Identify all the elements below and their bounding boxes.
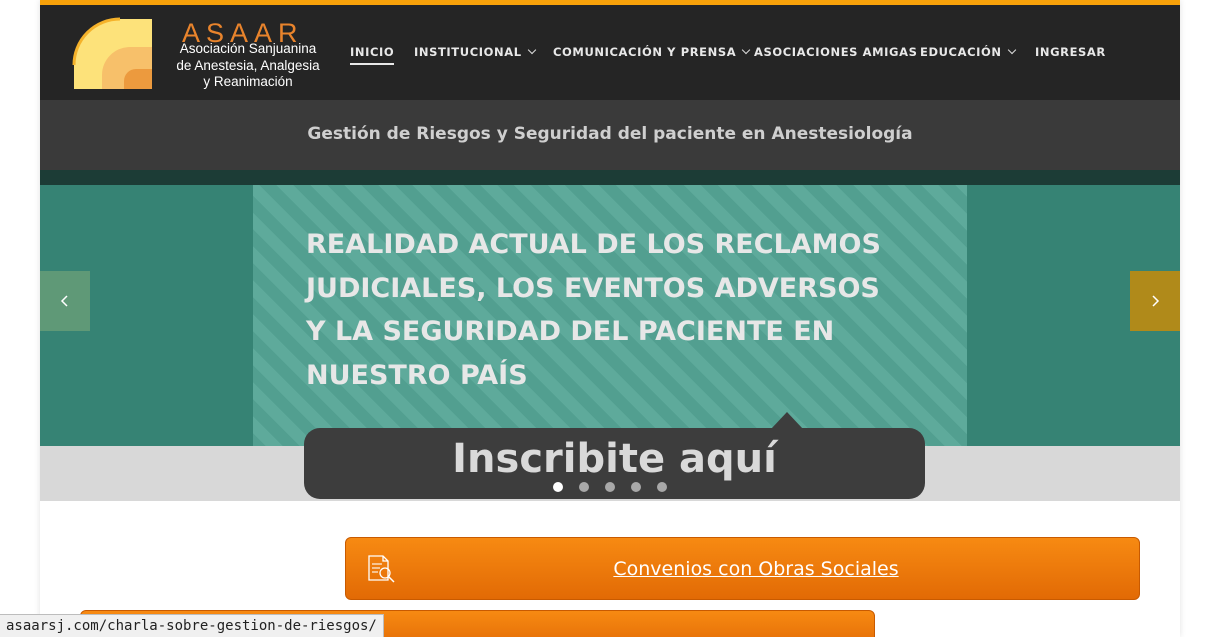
- nav-item-educacion[interactable]: EDUCACIÓN: [920, 45, 1016, 59]
- site-logo[interactable]: ASAAR Asociación Sanjuanina de Anestesia…: [72, 17, 332, 93]
- logo-subtitle-line: de Anestesia, Analgesia: [176, 57, 320, 73]
- slider-dot[interactable]: [579, 482, 589, 492]
- slider-dot[interactable]: [657, 482, 667, 492]
- nav-item-comunicacion[interactable]: COMUNICACIÓN Y PRENSA: [553, 45, 751, 59]
- inscribite-label: Inscribite aquí: [452, 436, 777, 482]
- slide-headline-line: REALIDAD ACTUAL DE LOS RECLAMOS: [306, 229, 881, 260]
- slider-dot[interactable]: [553, 482, 563, 492]
- nav-label: ASOCIACIONES AMIGAS: [754, 45, 918, 59]
- slider-prev-button[interactable]: [40, 271, 90, 331]
- slider-dot[interactable]: [631, 482, 641, 492]
- nav-label: INSTITUCIONAL: [414, 45, 522, 59]
- nav-item-inicio[interactable]: INICIO: [350, 45, 395, 65]
- site-header: ASAAR Asociación Sanjuanina de Anestesia…: [40, 5, 1180, 100]
- logo-mark-icon: [72, 17, 152, 89]
- nav-label: INICIO: [350, 45, 395, 59]
- logo-subtitle: Asociación Sanjuanina de Anestesia, Anal…: [168, 41, 328, 91]
- chevron-down-icon: [742, 45, 751, 55]
- slide-headline-line: Y LA SEGURIDAD DEL PACIENTE EN: [306, 316, 835, 347]
- logo-subtitle-line: Asociación Sanjuanina: [179, 41, 317, 56]
- slider-dots: [40, 480, 1180, 494]
- slide-headline: REALIDAD ACTUAL DE LOS RECLAMOS JUDICIAL…: [306, 223, 881, 397]
- slide-divider: [40, 170, 1180, 185]
- slide-headline-line: JUDICIALES, LOS EVENTOS ADVERSOS: [306, 272, 880, 304]
- convenios-button[interactable]: Convenios con Obras Sociales: [345, 537, 1140, 600]
- cta-pointer: [771, 412, 803, 429]
- slide-caption: Gestión de Riesgos y Seguridad del pacie…: [307, 124, 913, 144]
- nav-label: EDUCACIÓN: [920, 45, 1002, 59]
- nav-label: COMUNICACIÓN Y PRENSA: [553, 45, 737, 59]
- status-bar-url: asaarsj.com/charla-sobre-gestion-de-ries…: [0, 614, 384, 637]
- logo-subtitle-line: y Reanimación: [203, 74, 293, 89]
- nav-item-institucional[interactable]: INSTITUCIONAL: [414, 45, 536, 59]
- nav-item-ingresar[interactable]: INGRESAR: [1035, 45, 1106, 59]
- chevron-right-icon: [1152, 295, 1160, 307]
- nav-label: INGRESAR: [1035, 45, 1106, 59]
- slide-headline-line: NUESTRO PAÍS: [306, 359, 528, 391]
- chevron-down-icon: [1007, 45, 1016, 55]
- chevron-left-icon: [60, 295, 68, 307]
- chevron-down-icon: [527, 45, 536, 55]
- page-container: ASAAR Asociación Sanjuanina de Anestesia…: [40, 0, 1180, 637]
- slider-next-button[interactable]: [1130, 271, 1180, 331]
- convenios-label: Convenios con Obras Sociales: [613, 558, 899, 580]
- nav-item-asociaciones[interactable]: ASOCIACIONES AMIGAS: [754, 45, 917, 59]
- slider-dot[interactable]: [605, 482, 615, 492]
- hero-slider[interactable]: Gestión de Riesgos y Seguridad del pacie…: [40, 100, 1180, 501]
